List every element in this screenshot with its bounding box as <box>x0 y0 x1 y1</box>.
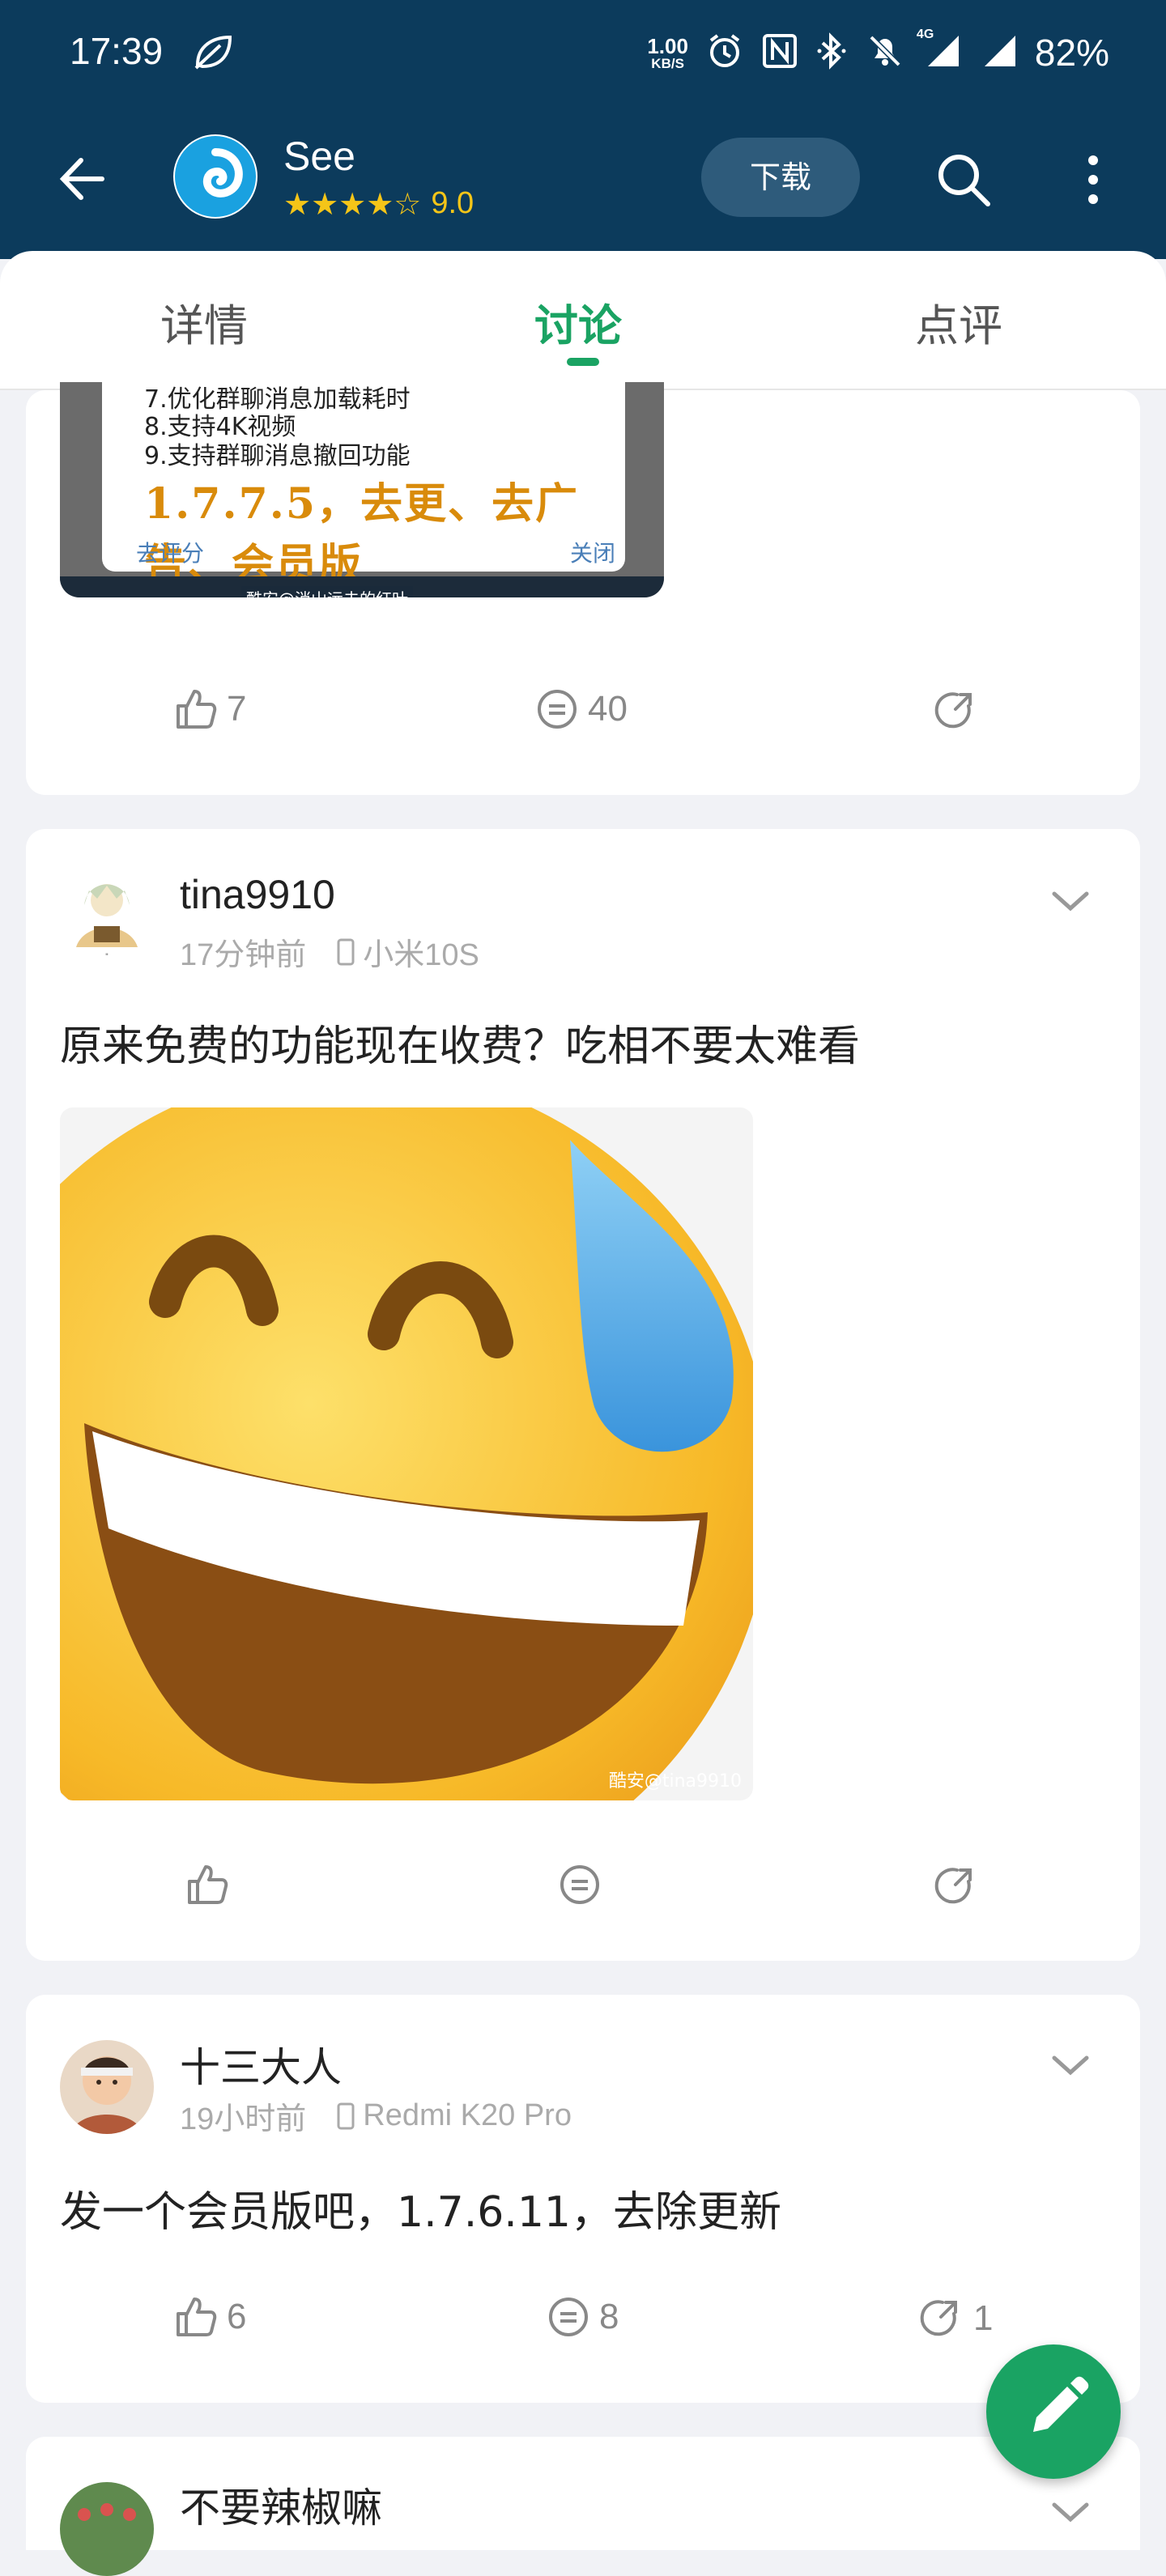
phone-icon <box>337 938 355 965</box>
tab-bar: 详情 讨论 点评 <box>0 251 1166 390</box>
promo-text: 1.7.7.5，去更、去广告、会员版 <box>144 479 580 589</box>
tab-reviews[interactable]: 点评 <box>915 290 1002 354</box>
compose-button[interactable] <box>986 2344 1121 2479</box>
avatar[interactable] <box>60 2040 154 2134</box>
comment-icon <box>538 690 577 729</box>
share-icon <box>934 692 972 729</box>
thumbs-up-icon <box>188 1865 228 1904</box>
comment-button[interactable]: 8 <box>546 2294 619 2340</box>
back-button[interactable] <box>53 151 110 207</box>
post-card[interactable]: 不要辣椒嘛 <box>26 2437 1140 2576</box>
app-name: See <box>283 134 355 179</box>
post-card[interactable]: 7.优化群聊消息加载耗时 8.支持4K视频 9.支持群聊消息撤回功能 1.7.7… <box>26 382 1140 795</box>
share-button[interactable] <box>931 1862 988 1911</box>
like-button[interactable]: 6 <box>173 2294 246 2340</box>
share-icon <box>934 1868 972 1904</box>
share-count: 1 <box>973 2298 994 2338</box>
screenshot-dialog: 7.优化群聊消息加载耗时 8.支持4K视频 9.支持群聊消息撤回功能 1.7.7… <box>102 382 625 589</box>
status-time: 17:39 <box>70 30 164 72</box>
chevron-down-icon <box>1052 2055 1089 2076</box>
username[interactable]: 不要辣椒嘛 <box>180 2476 382 2534</box>
device-name: 小米10S <box>363 938 479 972</box>
tab-discussion[interactable]: 讨论 <box>534 290 622 354</box>
tab-details[interactable]: 详情 <box>160 290 248 354</box>
app-logo <box>173 134 257 219</box>
like-button[interactable] <box>185 1862 238 1907</box>
device-name: Redmi K20 Pro <box>363 2098 572 2132</box>
comment-button[interactable]: 40 <box>534 687 628 732</box>
image-watermark: 酷安@消山远去的红叶 <box>241 586 413 597</box>
search-icon <box>938 155 990 206</box>
signal-icon <box>980 32 1017 73</box>
svg-text:": " <box>105 953 109 961</box>
username[interactable]: tina9910 <box>180 871 335 918</box>
arrow-left-icon <box>59 158 104 200</box>
battery-level: 82% <box>1034 32 1109 74</box>
post-content: 原来免费的功能现在收费？吃相不要太难看 <box>60 1022 861 1071</box>
pencil-icon <box>1033 2376 1089 2432</box>
post-actions <box>26 1862 1140 1927</box>
signal-4g-icon: 4G <box>917 28 962 73</box>
post-card[interactable]: " tina9910 17分钟前 小米10S 原来免费的功能现在收费？吃相不要太… <box>26 829 1140 1961</box>
avatar[interactable] <box>60 2482 154 2576</box>
post-meta: 19小时前 Redmi K20 Pro <box>180 2094 572 2138</box>
post-image[interactable]: 酷安@tina9910 <box>60 1107 753 1800</box>
expand-button[interactable] <box>1046 886 1095 918</box>
more-options-button[interactable] <box>1077 147 1109 212</box>
like-count: 6 <box>227 2297 247 2336</box>
comment-icon <box>560 1865 599 1904</box>
chevron-down-icon <box>1052 891 1089 912</box>
active-tab-indicator <box>567 358 599 366</box>
bluetooth-icon <box>816 32 849 74</box>
post-meta: 17分钟前 小米10S <box>180 929 479 974</box>
post-actions: 7 40 <box>26 687 1140 751</box>
app-header: See ★★★★☆ 9.0 下载 <box>0 105 1166 259</box>
post-time: 17分钟前 <box>180 938 307 972</box>
alarm-icon <box>706 32 743 73</box>
like-count: 7 <box>227 689 247 729</box>
post-time: 19小时前 <box>180 2102 307 2136</box>
rating-score: 9.0 <box>431 186 474 220</box>
app-rating: ★★★★☆ 9.0 <box>283 186 474 221</box>
mute-icon <box>866 32 904 73</box>
avatar[interactable]: " <box>60 869 154 963</box>
changelog-line: 9.支持群聊消息撤回功能 <box>144 442 411 470</box>
comment-button[interactable] <box>557 1862 611 1907</box>
thumbs-up-icon <box>177 690 217 729</box>
comment-count: 40 <box>588 689 628 729</box>
phone-icon <box>337 2102 355 2129</box>
share-button[interactable]: 1 <box>917 2294 993 2343</box>
post-image[interactable]: 7.优化群聊消息加载耗时 8.支持4K视频 9.支持群聊消息撤回功能 1.7.7… <box>60 382 664 597</box>
net-speed: 1.00 KB/S <box>647 33 688 71</box>
search-button[interactable] <box>931 147 996 212</box>
nfc-icon <box>761 32 798 73</box>
post-content: 发一个会员版吧，1.7.6.11，去除更新 <box>60 2188 782 2237</box>
download-button[interactable]: 下载 <box>701 138 860 217</box>
comment-icon <box>549 2298 588 2336</box>
expand-button[interactable] <box>1046 2497 1095 2529</box>
post-actions: 6 8 1 <box>26 2294 1140 2359</box>
status-bar: 17:39 1.00 KB/S 4G 82% <box>0 0 1166 105</box>
image-watermark: 酷安@tina9910 <box>608 1771 742 1792</box>
close-link: 关闭 <box>570 540 616 567</box>
thumbs-up-icon <box>177 2298 217 2336</box>
share-icon <box>920 2300 957 2336</box>
rating-stars: ★★★★☆ <box>283 185 422 222</box>
more-vertical-icon <box>1088 155 1098 204</box>
share-button[interactable] <box>931 687 988 735</box>
username[interactable]: 十三大人 <box>180 2035 342 2094</box>
chevron-down-icon <box>1052 2502 1089 2523</box>
post-card[interactable]: 十三大人 19小时前 Redmi K20 Pro 发一个会员版吧，1.7.6.1… <box>26 1995 1140 2403</box>
like-button[interactable]: 7 <box>173 687 246 732</box>
leaf-icon <box>191 32 236 74</box>
comment-count: 8 <box>599 2297 619 2336</box>
expand-button[interactable] <box>1046 2050 1095 2082</box>
sweat-smile-emoji <box>60 1107 753 1800</box>
rate-link: 去评分 <box>136 540 205 567</box>
